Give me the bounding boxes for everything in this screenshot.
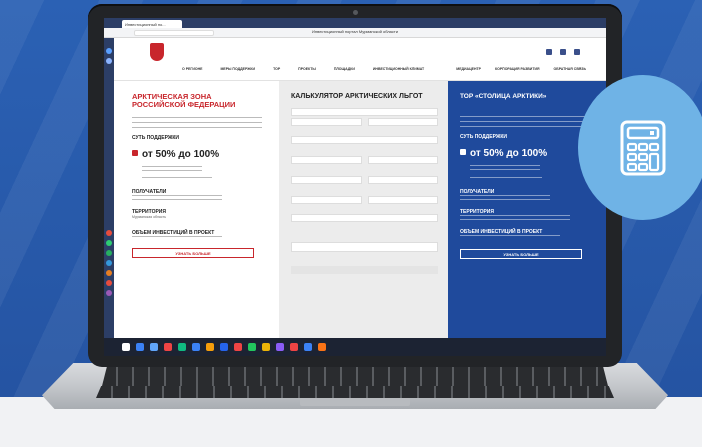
laptop-screen: Инвестиционный по... Инвестиционный порт… — [104, 18, 606, 356]
percent-icon — [460, 148, 466, 155]
camera-icon — [352, 10, 358, 15]
tor-learn-more-button[interactable]: УЗНАТЬ БОЛЬШЕ — [460, 249, 582, 259]
percent-icon — [132, 149, 138, 156]
support-offer: от 50% до 100% — [142, 149, 220, 160]
coat-of-arms-logo[interactable] — [150, 43, 164, 61]
laptop-keyboard — [102, 366, 608, 386]
payback-field[interactable] — [291, 242, 438, 252]
site-header: О РЕГИОНЕ МЕРЫ ПОДДЕРЖКИ ТОР ПРОЕКТЫ ПЛО… — [114, 39, 606, 81]
start-icon[interactable] — [122, 343, 130, 351]
app-icon[interactable] — [164, 343, 172, 351]
main-nav: О РЕГИОНЕ МЕРЫ ПОДДЕРЖКИ ТОР ПРОЕКТЫ ПЛО… — [182, 67, 424, 71]
tor-investment-heading: ОБЪЕМ ИНВЕСТИЦИЙ В ПРОЕКТ — [460, 229, 543, 235]
nav-item[interactable]: ТОР — [273, 67, 280, 71]
vat-field[interactable] — [291, 196, 362, 204]
salary-growth-field[interactable] — [367, 156, 438, 164]
result-field — [291, 266, 438, 274]
app-icon[interactable] — [178, 343, 186, 351]
browser-tab[interactable]: Инвестиционный по... — [122, 20, 182, 28]
app-icon[interactable] — [136, 343, 144, 351]
nav-item[interactable]: МЕДИАЦЕНТР — [456, 67, 481, 71]
browser-sidebar — [104, 18, 114, 356]
accessibility-icon[interactable] — [546, 49, 552, 55]
land-rent-field[interactable] — [291, 214, 438, 222]
revenue-growth-field[interactable] — [367, 118, 438, 126]
assets-field[interactable] — [291, 176, 362, 184]
app-icon[interactable] — [290, 343, 298, 351]
dock-icon[interactable] — [106, 280, 112, 286]
nav-item[interactable]: ИНВЕСТИЦИОННЫЙ КЛИМАТ — [373, 67, 424, 71]
arctic-zone-title-2: РОССИЙСКОЙ ФЕДЕРАЦИИ — [132, 100, 236, 109]
investment-heading: ОБЪЕМ ИНВЕСТИЦИЙ В ПРОЕКТ — [132, 230, 215, 236]
vat-growth-field[interactable] — [367, 196, 438, 204]
nav-item[interactable]: О РЕГИОНЕ — [182, 67, 202, 71]
revenue-field[interactable] — [291, 118, 362, 126]
secondary-nav: МЕДИАЦЕНТР КОРПОРАЦИЯ РАЗВИТИЯ ОБРАТНАЯ … — [456, 67, 586, 71]
app-icon[interactable] — [304, 343, 312, 351]
address-bar-row: Инвестиционный портал Мурманской области — [104, 28, 606, 38]
app-icon[interactable] — [192, 343, 200, 351]
dock-icon[interactable] — [106, 270, 112, 276]
laptop-keyboard-row — [96, 386, 614, 398]
os-taskbar — [104, 338, 606, 356]
nav-item[interactable]: ПРОЕКТЫ — [298, 67, 316, 71]
calculator-badge — [578, 75, 702, 220]
dock-icon[interactable] — [106, 260, 112, 266]
activity-select[interactable] — [291, 108, 438, 116]
recipients-text — [132, 195, 222, 203]
jobs-field[interactable] — [291, 136, 438, 144]
tor-description — [460, 116, 590, 130]
description-text — [132, 117, 262, 131]
app-icon[interactable] — [262, 343, 270, 351]
investment-text — [132, 236, 222, 240]
land-plots-text — [142, 166, 202, 174]
laptop-lid: Инвестиционный по... Инвестиционный порт… — [88, 4, 622, 367]
calculator-icon — [620, 120, 666, 175]
search-icon[interactable] — [574, 49, 580, 55]
tor-investment-text — [460, 235, 560, 239]
app-icon[interactable] — [234, 343, 242, 351]
app-icon[interactable] — [248, 343, 256, 351]
dock-icon[interactable] — [106, 240, 112, 246]
calculator-panel: КАЛЬКУЛЯТОР АРКТИЧЕСКИХ ЛЬГОТ — [279, 81, 448, 338]
header-icons — [546, 49, 580, 55]
dock-icon[interactable] — [106, 58, 112, 64]
nav-item[interactable]: ПЛОЩАДКИ — [334, 67, 355, 71]
dock-icon[interactable] — [106, 230, 112, 236]
tor-land-text — [470, 165, 540, 173]
browser-titlebar: Инвестиционный по... — [104, 18, 606, 28]
calculator-title: КАЛЬКУЛЯТОР АРКТИЧЕСКИХ ЛЬГОТ — [291, 93, 423, 100]
app-icon[interactable] — [206, 343, 214, 351]
nav-item[interactable]: ОБРАТНАЯ СВЯЗЬ — [554, 67, 587, 71]
salary-field[interactable] — [291, 156, 362, 164]
app-icon[interactable] — [150, 343, 158, 351]
tor-title: ТОР «СТОЛИЦА АРКТИКИ» — [460, 93, 547, 100]
dock-icon[interactable] — [106, 290, 112, 296]
dock-icon[interactable] — [106, 48, 112, 54]
app-icon[interactable] — [276, 343, 284, 351]
learn-more-button[interactable]: УЗНАТЬ БОЛЬШЕ — [132, 248, 254, 258]
settings-icon[interactable] — [560, 49, 566, 55]
dock-icon[interactable] — [106, 250, 112, 256]
page-title: Инвестиционный портал Мурманской области — [312, 29, 398, 34]
app-icon[interactable] — [220, 343, 228, 351]
laptop-trackpad — [300, 398, 410, 406]
tor-support-offer: от 50% до 100% — [470, 148, 548, 159]
tor-recipients-text — [460, 195, 550, 203]
assets-growth-field[interactable] — [367, 176, 438, 184]
address-input[interactable] — [134, 29, 214, 36]
nav-item[interactable]: КОРПОРАЦИЯ РАЗВИТИЯ — [495, 67, 540, 71]
tor-territory-text — [460, 215, 570, 223]
arctic-zone-panel: АРКТИЧЕСКАЯ ЗОНА РОССИЙСКОЙ ФЕДЕРАЦИИ СУ… — [114, 81, 279, 338]
app-icon[interactable] — [318, 343, 326, 351]
nav-item[interactable]: МЕРЫ ПОДДЕРЖКИ — [220, 67, 255, 71]
